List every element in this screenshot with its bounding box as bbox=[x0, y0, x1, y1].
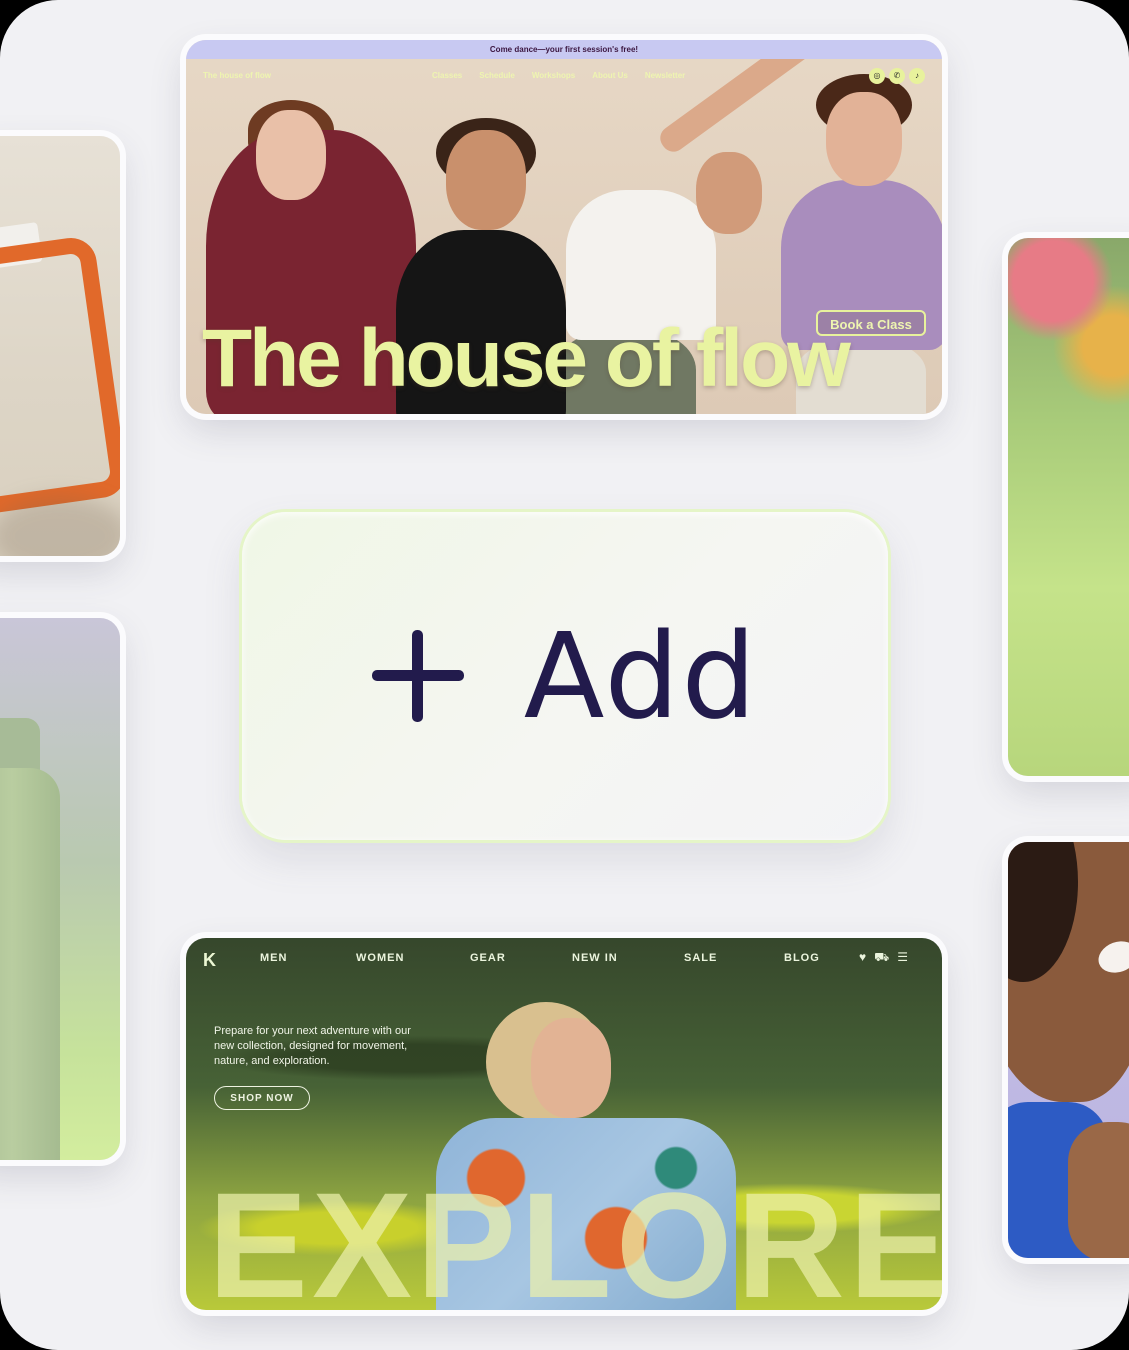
promo-banner: Come dance—your first session's free! bbox=[186, 40, 942, 59]
nav-link-women[interactable]: WOMEN bbox=[356, 952, 404, 964]
heart-icon[interactable]: ♥ bbox=[859, 950, 866, 966]
nav-link-sale[interactable]: SALE bbox=[684, 952, 717, 964]
bag-shadow bbox=[0, 496, 120, 556]
nav-link-gear[interactable]: GEAR bbox=[470, 952, 506, 964]
brand-logo[interactable]: K bbox=[203, 950, 223, 970]
intro-text: Prepare for your next adventure with our… bbox=[214, 1025, 411, 1067]
site-nav: The house of flow Classes Schedule Works… bbox=[186, 68, 942, 86]
social-icons: ◎ ✆ ♪ bbox=[869, 68, 925, 84]
canvas: Come dance—your first session's free! Th… bbox=[0, 0, 1129, 1350]
nav-link-classes[interactable]: Classes bbox=[432, 71, 462, 80]
bottle-body bbox=[0, 768, 60, 1160]
template-thumbnail-bag[interactable] bbox=[0, 136, 120, 556]
nav-links: Classes Schedule Workshops About Us News… bbox=[432, 71, 685, 80]
bag-handle bbox=[0, 234, 120, 520]
template-thumbnail-outdoor-store[interactable]: EXPLORE K MEN WOMEN GEAR NEW IN SALE BLO… bbox=[186, 938, 942, 1310]
template-thumbnail-flowers[interactable] bbox=[1008, 238, 1129, 776]
add-button-label: Add bbox=[523, 607, 759, 745]
instagram-icon[interactable]: ◎ bbox=[869, 68, 885, 84]
cart-icon[interactable]: ⛟ bbox=[874, 950, 889, 966]
header-icons: ♥ ⛟ ☰ bbox=[859, 950, 908, 966]
nav-link-schedule[interactable]: Schedule bbox=[479, 71, 515, 80]
nav-link-newsletter[interactable]: Newsletter bbox=[645, 71, 685, 80]
dancer-2-head bbox=[446, 130, 526, 230]
shop-now-button[interactable]: SHOP NOW bbox=[214, 1086, 310, 1110]
template-thumbnail-dance-studio[interactable]: Come dance—your first session's free! Th… bbox=[186, 40, 942, 414]
runner-face bbox=[531, 1018, 611, 1118]
template-thumbnail-skincare[interactable] bbox=[1008, 842, 1129, 1258]
plus-icon bbox=[371, 630, 464, 722]
person-hand bbox=[1068, 1122, 1129, 1258]
tiktok-icon[interactable]: ♪ bbox=[909, 68, 925, 84]
nav-link-men[interactable]: MEN bbox=[260, 952, 287, 964]
hero-headline: EXPLORE bbox=[208, 1161, 942, 1310]
add-button[interactable]: Add bbox=[242, 512, 888, 840]
nav-link-about[interactable]: About Us bbox=[592, 71, 628, 80]
dancer-3-head bbox=[696, 152, 762, 234]
menu-icon[interactable]: ☰ bbox=[897, 950, 908, 966]
nav-link-blog[interactable]: BLOG bbox=[784, 952, 820, 964]
site-brand[interactable]: The house of flow bbox=[203, 71, 271, 80]
hero-headline: The house of flow bbox=[202, 313, 851, 404]
dancer-4-head bbox=[826, 92, 902, 186]
dancer-1-head bbox=[256, 110, 326, 200]
nav-link-workshops[interactable]: Workshops bbox=[532, 71, 575, 80]
whatsapp-icon[interactable]: ✆ bbox=[889, 68, 905, 84]
nav-link-new-in[interactable]: NEW IN bbox=[572, 952, 618, 964]
template-thumbnail-bottle[interactable] bbox=[0, 618, 120, 1160]
